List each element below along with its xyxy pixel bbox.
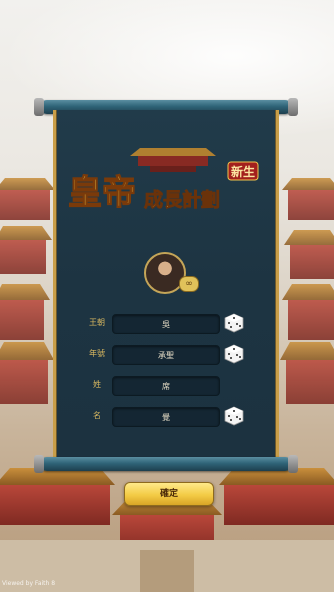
dice-icon[interactable] <box>224 344 244 364</box>
scroll-bottom-rod <box>34 455 298 473</box>
dynasty-field[interactable]: 吳 <box>112 314 220 334</box>
dice-icon[interactable] <box>224 313 244 333</box>
game-logo: 皇帝 成長計劃 新生 <box>67 148 259 214</box>
surname-label: 姓 <box>93 380 101 389</box>
given-name-label: 名 <box>93 411 101 420</box>
dynasty-label: 王朝 <box>89 318 105 327</box>
surname-field[interactable]: 席 <box>112 376 220 396</box>
given-name-field[interactable]: 覺 <box>112 407 220 427</box>
form-row-given-name: 名 覺 <box>84 406 289 427</box>
era-field[interactable]: 承聖 <box>112 345 220 365</box>
form-row-era: 年號 承聖 <box>84 344 289 365</box>
logo-title: 皇帝 <box>68 173 136 213</box>
confirm-button[interactable]: 確定 <box>124 482 214 506</box>
form-row-surname: 姓 席 <box>84 376 289 396</box>
character-creation-scroll: 皇帝 成長計劃 新生 ∞ 王朝 吳 年號 承聖 姓 席 名 覺 <box>34 98 298 473</box>
change-avatar-icon[interactable]: ∞ <box>179 276 199 292</box>
form-row-dynasty: 王朝 吳 <box>84 313 289 334</box>
dice-icon[interactable] <box>224 406 244 426</box>
avatar-area: ∞ <box>144 252 199 294</box>
watermark-text: Viewed by Faith 8 <box>2 580 56 587</box>
logo-badge: 新生 <box>231 164 255 179</box>
era-label: 年號 <box>89 349 105 358</box>
logo-subtitle: 成長計劃 <box>144 188 220 211</box>
